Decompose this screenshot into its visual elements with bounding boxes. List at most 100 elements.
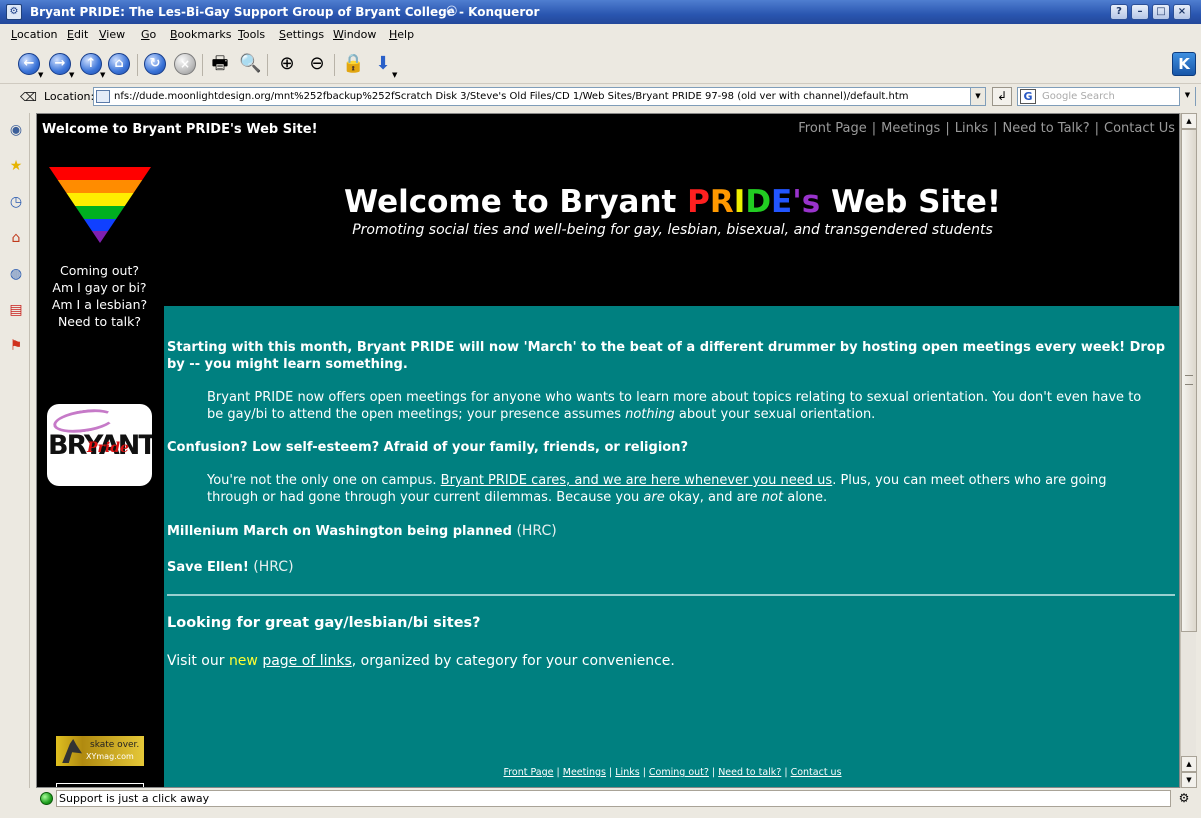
visit-links-text: Visit our new page of links, organized b… — [167, 653, 675, 669]
reload-button[interactable]: ↻ — [142, 51, 168, 77]
maximize-button[interactable]: □ — [1152, 4, 1170, 20]
google-search-box[interactable]: G ▼ — [1017, 87, 1196, 106]
confusion-body: You're not the only one on campus. Bryan… — [207, 472, 1147, 506]
nav-meetings-link[interactable]: Meetings — [881, 121, 940, 136]
pride-letter-d: D — [745, 184, 772, 220]
location-history-dropdown[interactable]: ▼ — [970, 87, 986, 106]
banner-heading: Welcome to Bryant PRIDE's Web Site! — [164, 184, 1179, 220]
print-button[interactable]: 🖶 — [207, 51, 233, 77]
bryant-pride-logo: BRYANT Pride — [47, 404, 152, 486]
top-navigation: Front Page | Meetings | Links | Need to Talk? |… — [798, 121, 1175, 136]
menu-label: ookmarks — [177, 28, 232, 41]
nav-contact-us-link[interactable]: Contact Us — [1104, 121, 1175, 136]
google-search-input[interactable] — [1042, 89, 1176, 104]
location-input[interactable]: nfs://dude.moonlightdesign.org/mnt%252fb… — [93, 87, 986, 106]
sidebar-navigation-icon[interactable]: ◉ — [5, 119, 27, 141]
sidebar-root-folder-icon[interactable]: ▤ — [5, 299, 27, 321]
google-search-engine-icon[interactable]: G — [1020, 89, 1036, 104]
home-button[interactable]: ⌂ — [106, 51, 132, 77]
sidebar-network-icon[interactable]: ◍ — [5, 263, 27, 285]
security-lock-icon: 🔒 — [342, 53, 365, 74]
banner-heading-text: Welcome to Bryant — [343, 184, 688, 220]
konqueror-app-icon[interactable]: ⚙ — [6, 4, 22, 20]
clear-location-icon[interactable]: ⌫ — [20, 89, 37, 105]
download-button[interactable]: ⬇ ▼ — [370, 51, 397, 79]
pride-cares-link[interactable]: Bryant PRIDE cares, and we are here when… — [441, 473, 833, 488]
page-of-links-link[interactable]: page of links — [262, 653, 351, 669]
menu-mnemonic: S — [279, 28, 286, 41]
toolbar-separator — [202, 54, 203, 76]
web-page-view[interactable]: Welcome to Bryant PRIDE's Web Site! Fron… — [36, 113, 1180, 788]
view-status-indicator-icon[interactable] — [40, 792, 53, 805]
back-history-dropdown-icon[interactable]: ▼ — [38, 71, 43, 79]
zoom-out-button[interactable]: ⊖ — [304, 51, 330, 77]
menu-location[interactable]: Location — [11, 28, 58, 41]
footer-meetings-link[interactable]: Meetings — [563, 767, 606, 778]
ad-frame-fragment — [56, 783, 144, 787]
toolbar-separator — [267, 54, 268, 76]
nav-separator: | — [945, 121, 950, 136]
menu-tools[interactable]: Tools — [238, 28, 265, 41]
up-dropdown-icon[interactable]: ▼ — [100, 71, 105, 79]
footer-links-link[interactable]: Links — [615, 767, 639, 778]
close-button[interactable]: × — [1173, 4, 1191, 20]
menu-edit[interactable]: Edit — [67, 28, 88, 41]
am-i-lesbian-link[interactable]: Am I a lesbian? — [37, 296, 162, 313]
menu-bookmarks[interactable]: Bookmarks — [170, 28, 231, 41]
scroll-up-arrow-icon[interactable]: ▲ — [1181, 756, 1197, 772]
forward-history-dropdown-icon[interactable]: ▼ — [69, 71, 74, 79]
up-button[interactable]: ↑ ▼ — [78, 51, 105, 79]
scrollbar-thumb[interactable] — [1181, 129, 1197, 632]
body-emphasis: nothing — [625, 407, 675, 422]
menu-settings[interactable]: Settings — [279, 28, 324, 41]
footer-coming-out-link[interactable]: Coming out? — [649, 767, 709, 778]
nav-separator: | — [993, 121, 998, 136]
footer-need-to-talk-link[interactable]: Need to talk? — [718, 767, 781, 778]
sidebar-services-icon[interactable]: ⚑ — [5, 335, 27, 357]
minimize-button[interactable]: – — [1131, 4, 1149, 20]
menu-go[interactable]: Go — [141, 28, 156, 41]
toolbar-separator — [137, 54, 138, 76]
search-engine-dropdown[interactable]: ▼ — [1179, 87, 1195, 106]
footer-navigation: Front Page | Meetings | Links | Coming o… — [503, 767, 842, 778]
body-text: okay, and are — [664, 490, 762, 505]
find-button[interactable]: 🔍 — [237, 51, 263, 77]
nav-need-to-talk-link[interactable]: Need to Talk? — [1003, 121, 1090, 136]
download-dropdown-icon[interactable]: ▼ — [392, 71, 397, 79]
footer-front-page-link[interactable]: Front Page — [503, 767, 553, 778]
status-text: Support is just a click away — [56, 790, 1171, 807]
menu-help[interactable]: Help — [389, 28, 414, 41]
skate-over-ad-banner[interactable]: skate over. XYmag.com — [56, 736, 144, 766]
sidebar-bookmarks-icon[interactable]: ★ — [5, 155, 27, 177]
security-status-icon[interactable]: ⚙ — [1175, 790, 1193, 807]
sidebar-home-folder-icon[interactable]: ⌂ — [5, 227, 27, 249]
menu-view[interactable]: View — [99, 28, 125, 41]
banner-tagline: Promoting social ties and well-being for… — [352, 222, 993, 238]
millenium-march-link[interactable]: Millenium March on Washington being plan… — [167, 524, 512, 539]
am-i-gay-link[interactable]: Am I gay or bi? — [37, 279, 162, 296]
toolbar-separator — [334, 54, 335, 76]
zoom-in-button[interactable]: ⊕ — [274, 51, 300, 77]
location-label: Location: — [44, 90, 95, 103]
forward-button[interactable]: → ▼ — [47, 51, 74, 79]
body-text: You're not the only one on campus. — [207, 473, 441, 488]
security-button[interactable]: 🔒 — [340, 51, 366, 77]
menu-label: dit — [73, 28, 89, 41]
back-button[interactable]: ← ▼ — [16, 51, 43, 79]
sidebar-history-icon[interactable]: ◷ — [5, 191, 27, 213]
go-button[interactable]: ↲ — [992, 87, 1012, 106]
stop-button[interactable]: × — [172, 51, 198, 77]
footer-contact-us-link[interactable]: Contact us — [791, 767, 842, 778]
nav-front-page-link[interactable]: Front Page — [798, 121, 867, 136]
need-to-talk-link[interactable]: Need to talk? — [37, 313, 162, 330]
window-title-bar[interactable]: ⚙ Bryant PRIDE: The Les-Bi-Gay Support G… — [0, 0, 1201, 24]
save-ellen-link[interactable]: Save Ellen! — [167, 560, 249, 575]
scroll-down-arrow-icon[interactable]: ▼ — [1181, 772, 1197, 788]
nav-links-link[interactable]: Links — [955, 121, 988, 136]
help-button[interactable]: ? — [1110, 4, 1128, 20]
nav-separator: | — [1094, 121, 1099, 136]
scroll-up-arrow-icon[interactable]: ▲ — [1181, 113, 1197, 129]
menu-window[interactable]: Window — [333, 28, 376, 41]
coming-out-link[interactable]: Coming out? — [37, 262, 162, 279]
page-vertical-scrollbar[interactable]: ▲ ▲ ▼ — [1180, 113, 1197, 788]
